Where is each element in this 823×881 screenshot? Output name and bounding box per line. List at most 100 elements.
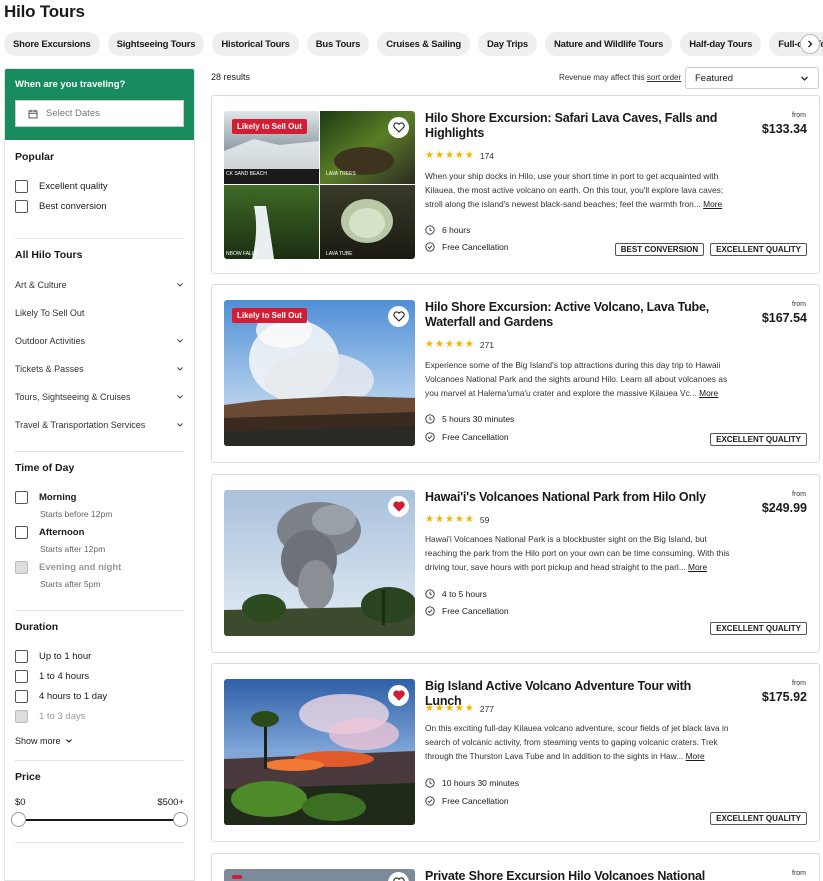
checkbox[interactable] <box>15 561 28 574</box>
filter-morning[interactable]: Morning <box>15 491 184 504</box>
tour-title[interactable]: Hawai'i's Volcanoes National Park from H… <box>425 490 730 505</box>
filter-afternoon[interactable]: Afternoon <box>15 526 184 539</box>
tour-image[interactable] <box>224 679 415 825</box>
category-pill-shore-excursions[interactable]: Shore Excursions <box>4 32 100 56</box>
tour-image[interactable]: Likely to Sell Out <box>224 300 415 446</box>
more-link[interactable]: More <box>699 388 718 398</box>
lava-flow-photo <box>224 679 415 825</box>
category-art-culture[interactable]: Art & Culture <box>15 280 184 290</box>
wishlist-button[interactable] <box>388 685 409 706</box>
sort-order-link[interactable]: sort order <box>647 73 681 82</box>
tour-card[interactable]: CK SAND BEACH LAVA TREES NBOW FALLS LAVA… <box>211 95 820 274</box>
wishlist-button[interactable] <box>388 117 409 138</box>
rating: ★ ★ ★ ★ ★ 271 <box>425 339 494 351</box>
category-pill-sightseeing-tours[interactable]: Sightseeing Tours <box>107 32 205 56</box>
tour-image[interactable] <box>224 490 415 636</box>
checkbox[interactable] <box>15 710 28 723</box>
next-categories-button[interactable] <box>800 34 820 54</box>
cancellation-text: Free Cancellation <box>442 606 509 616</box>
filter-label: Excellent quality <box>39 181 108 192</box>
slider-max-handle[interactable] <box>173 812 188 827</box>
filter-sidebar: When are you traveling? Select Dates Pop… <box>4 68 195 881</box>
filter-up-to-1-hour[interactable]: Up to 1 hour <box>15 650 184 663</box>
tour-card[interactable]: Likely to Sell Out Hilo Shore Excursion:… <box>211 284 820 463</box>
star-icon: ★ <box>444 514 454 525</box>
select-dates-input[interactable]: Select Dates <box>15 100 184 127</box>
tour-price: $175.92 <box>761 690 807 704</box>
category-pill-historical-tours[interactable]: Historical Tours <box>212 32 299 56</box>
tour-card[interactable]: Hawai'i's Volcanoes National Park from H… <box>211 474 820 653</box>
divider <box>15 451 184 452</box>
select-dates-placeholder: Select Dates <box>46 108 100 119</box>
price-max: $500+ <box>157 797 184 808</box>
more-link[interactable]: More <box>688 562 707 572</box>
time-of-day-title: Time of Day <box>15 462 75 474</box>
slider-min-handle[interactable] <box>11 812 26 827</box>
filter-best-conversion[interactable]: Best conversion <box>15 200 184 213</box>
tour-title[interactable]: Private Shore Excursion Hilo Volcanoes N… <box>425 869 730 881</box>
quality-tags: EXCELLENT QUALITY <box>710 433 807 446</box>
tour-image[interactable] <box>224 869 415 881</box>
filter-label: Up to 1 hour <box>39 651 92 662</box>
category-pill-bus-tours[interactable]: Bus Tours <box>306 32 370 56</box>
checkbox[interactable] <box>15 690 28 703</box>
sort-note-text: Revenue may affect this <box>559 73 645 82</box>
checkbox[interactable] <box>15 650 28 663</box>
show-more-button[interactable]: Show more <box>15 736 184 746</box>
tour-price: $167.54 <box>761 311 807 325</box>
category-pill-day-trips[interactable]: Day Trips <box>477 32 537 56</box>
category-pill-half-day[interactable]: Half-day Tours <box>680 32 762 56</box>
show-more-label: Show more <box>15 736 61 746</box>
more-link[interactable]: More <box>686 751 705 761</box>
collage-caption: LAVA TUBE <box>326 251 353 257</box>
category-label: Likely To Sell Out <box>15 308 85 318</box>
checkbox[interactable] <box>15 491 28 504</box>
checkbox[interactable] <box>15 670 28 683</box>
tour-title[interactable]: Hilo Shore Excursion: Active Volcano, La… <box>425 300 730 330</box>
tour-image[interactable]: CK SAND BEACH LAVA TREES NBOW FALLS LAVA… <box>224 111 415 259</box>
heart-outline-icon <box>392 877 405 881</box>
wishlist-button[interactable] <box>388 306 409 327</box>
sort-select[interactable]: Featured <box>685 67 819 89</box>
filter-1-to-4-hours[interactable]: 1 to 4 hours <box>15 670 184 683</box>
tour-card[interactable]: Big Island Active Volcano Adventure Tour… <box>211 663 820 842</box>
divider <box>15 610 184 611</box>
chevron-down-icon <box>801 76 808 81</box>
star-icon: ★ <box>444 150 454 161</box>
chevron-down-icon <box>65 739 72 743</box>
price-range-labels: $0 $500+ <box>15 797 184 808</box>
likely-to-sell-out-badge <box>232 875 242 879</box>
more-link[interactable]: More <box>703 199 722 209</box>
tour-price: $133.34 <box>761 122 807 136</box>
tour-card[interactable]: Private Shore Excursion Hilo Volcanoes N… <box>211 853 820 881</box>
category-tours-sightseeing[interactable]: Tours, Sightseeing & Cruises <box>15 392 184 402</box>
price-slider[interactable] <box>11 812 188 828</box>
filter-label: 1 to 3 days <box>39 711 86 722</box>
filter-4-hours-to-1-day[interactable]: 4 hours to 1 day <box>15 690 184 703</box>
price-title: Price <box>15 771 41 783</box>
chevron-right-icon <box>808 40 813 48</box>
filter-1-to-3-days[interactable]: 1 to 3 days <box>15 710 184 723</box>
star-half-icon: ★ <box>464 703 474 714</box>
filter-evening[interactable]: Evening and night <box>15 561 184 574</box>
duration-text: 10 hours 30 minutes <box>442 778 520 788</box>
likely-to-sell-out-badge: Likely to Sell Out <box>232 119 307 134</box>
category-pill-nature-wildlife[interactable]: Nature and Wildlife Tours <box>544 32 673 56</box>
filter-label: Best conversion <box>39 201 107 212</box>
tour-description: Experience some of the Big Island's top … <box>425 359 739 400</box>
checkbox[interactable] <box>15 526 28 539</box>
category-travel-transportation[interactable]: Travel & Transportation Services <box>15 420 184 430</box>
checkbox[interactable] <box>15 180 28 193</box>
star-icon: ★ <box>454 703 464 714</box>
star-icon: ★ <box>425 339 434 350</box>
star-icon: ★ <box>425 703 434 714</box>
duration-row: 6 hours <box>425 225 470 235</box>
checkbox[interactable] <box>15 200 28 213</box>
tour-title[interactable]: Hilo Shore Excursion: Safari Lava Caves,… <box>425 111 730 141</box>
filter-excellent-quality[interactable]: Excellent quality <box>15 180 184 193</box>
category-tickets-passes[interactable]: Tickets & Passes <box>15 364 184 374</box>
category-outdoor-activities[interactable]: Outdoor Activities <box>15 336 184 346</box>
wishlist-button[interactable] <box>388 496 409 517</box>
category-likely-sell-out[interactable]: Likely To Sell Out <box>15 308 184 318</box>
category-pill-cruises-sailing[interactable]: Cruises & Sailing <box>377 32 470 56</box>
